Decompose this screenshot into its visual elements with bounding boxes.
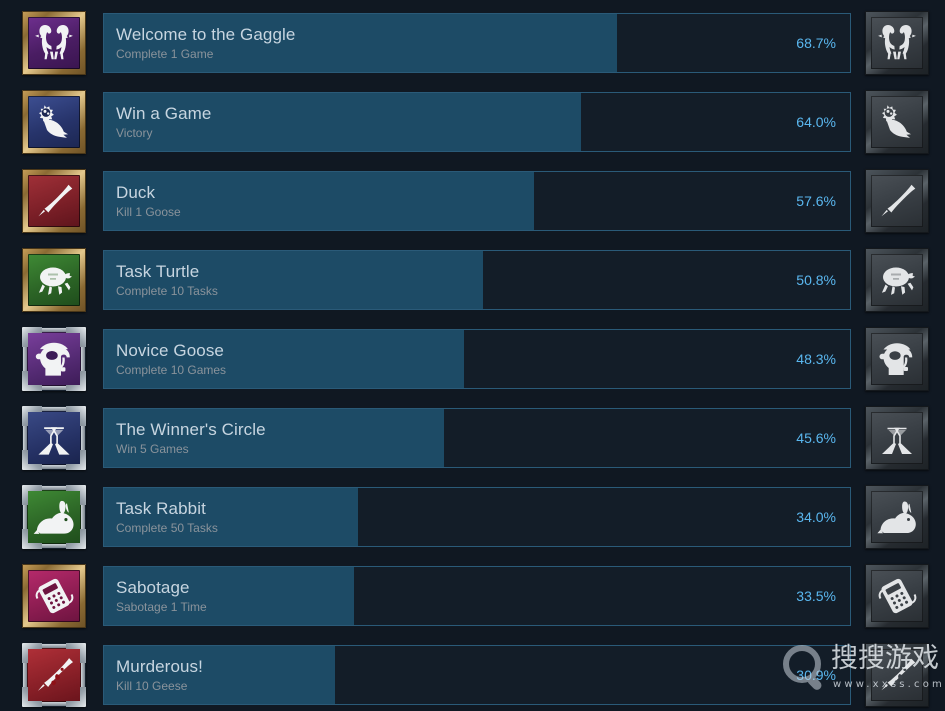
achievement-row[interactable]: The Winner's Circle Win 5 Games 45.6% [0,403,945,473]
achievement-percent: 45.6% [796,430,836,446]
achievement-progress-bar: Duck Kill 1 Goose 57.6% [103,171,851,231]
achievement-percent: 33.5% [796,588,836,604]
achievement-percent: 48.3% [796,351,836,367]
achievement-progress-bar: The Winner's Circle Win 5 Games 45.6% [103,408,851,468]
achievement-icon-unlocked[interactable] [22,406,86,470]
achievement-icon-unlocked[interactable] [22,485,86,549]
goose-helmet-icon [27,332,81,386]
bloody-knife-icon [27,648,81,702]
achievement-row[interactable]: Sabotage Sabotage 1 Time 33.5% [0,561,945,631]
achievement-row[interactable]: Win a Game Victory 64.0% [0,87,945,157]
achievement-icon-locked[interactable] [865,643,929,707]
achievement-icon-locked[interactable] [865,90,929,154]
achievement-icon-locked[interactable] [865,169,929,233]
achievement-row[interactable]: Welcome to the Gaggle Complete 1 Game 68.7… [0,8,945,78]
achievement-percent: 34.0% [796,509,836,525]
achievement-icon-locked[interactable] [865,11,929,75]
sabotage-device-icon-locked [871,570,923,622]
progress-fill [104,488,358,546]
achievement-icon-locked[interactable] [865,248,929,312]
achievement-progress-bar: Task Turtle Complete 10 Tasks 50.8% [103,250,851,310]
knife-icon-locked [871,175,923,227]
achievement-icon-unlocked[interactable] [22,169,86,233]
achievement-icon-unlocked[interactable] [22,11,86,75]
progress-fill [104,251,483,309]
progress-fill [104,93,582,151]
achievement-progress-bar: Task Rabbit Complete 50 Tasks 34.0% [103,487,851,547]
progress-fill [104,14,617,72]
achievements-page: Welcome to the Gaggle Complete 1 Game 68.7… [0,0,945,711]
achievement-icon-unlocked[interactable] [22,90,86,154]
achievement-icon-locked[interactable] [865,327,929,391]
achievement-progress-bar: Sabotage Sabotage 1 Time 33.5% [103,566,851,626]
turtle-icon-locked [871,254,923,306]
two-geese-icon-locked [871,17,923,69]
rabbit-icon-locked [871,491,923,543]
achievement-icon-locked[interactable] [865,564,929,628]
achievement-progress-bar: Welcome to the Gaggle Complete 1 Game 68.7… [103,13,851,73]
progress-fill [104,330,465,388]
achievement-row[interactable]: Task Rabbit Complete 50 Tasks 34.0% [0,482,945,552]
achievement-row[interactable]: Novice Goose Complete 10 Games 48.3% [0,324,945,394]
two-geese-icon [28,17,80,69]
achievement-percent: 64.0% [796,114,836,130]
toasting-glasses-icon [27,411,81,465]
achievement-icon-unlocked[interactable] [22,564,86,628]
progress-fill [104,567,354,625]
achievement-percent: 68.7% [796,35,836,51]
goose-gear-icon [28,96,80,148]
bloody-knife-icon-locked [871,649,923,701]
achievement-percent: 30.9% [796,667,836,683]
achievement-icon-unlocked[interactable] [22,248,86,312]
achievement-progress-bar: Murderous! Kill 10 Geese 30.9% [103,645,851,705]
progress-fill [104,409,445,467]
achievement-row[interactable]: Task Turtle Complete 10 Tasks 50.8% [0,245,945,315]
turtle-icon [28,254,80,306]
achievement-icon-unlocked[interactable] [22,327,86,391]
toasting-glasses-icon-locked [871,412,923,464]
progress-fill [104,172,534,230]
achievement-percent: 50.8% [796,272,836,288]
knife-icon [28,175,80,227]
goose-helmet-icon-locked [871,333,923,385]
achievement-percent: 57.6% [796,193,836,209]
achievement-progress-bar: Win a Game Victory 64.0% [103,92,851,152]
achievement-icon-unlocked[interactable] [22,643,86,707]
sabotage-device-icon [28,570,80,622]
achievement-row[interactable]: Murderous! Kill 10 Geese 30.9% [0,640,945,710]
rabbit-icon [27,490,81,544]
goose-gear-icon-locked [871,96,923,148]
achievement-progress-bar: Novice Goose Complete 10 Games 48.3% [103,329,851,389]
progress-fill [104,646,335,704]
achievement-list: Welcome to the Gaggle Complete 1 Game 68.7… [0,8,945,710]
achievement-icon-locked[interactable] [865,485,929,549]
achievement-icon-locked[interactable] [865,406,929,470]
achievement-row[interactable]: Duck Kill 1 Goose 57.6% [0,166,945,236]
